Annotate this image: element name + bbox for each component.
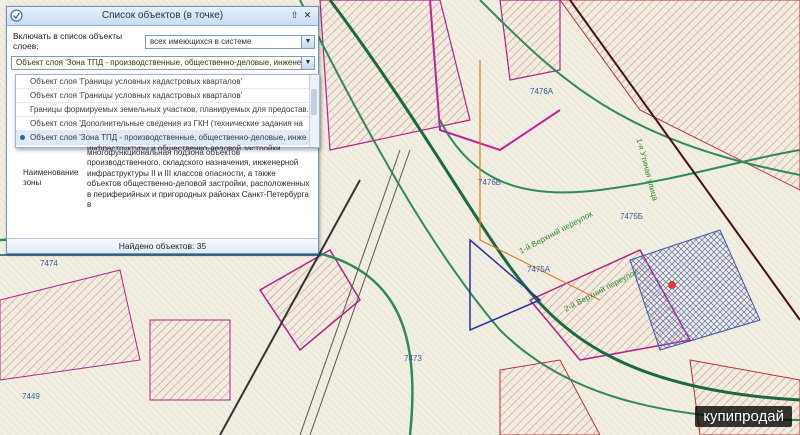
- dropdown-item-label: Границы формируемых земельных участков, …: [30, 105, 309, 114]
- chevron-down-icon[interactable]: ▼: [301, 57, 314, 69]
- object-dropdown-list[interactable]: Объект слоя 'Границы условных кадастровы…: [15, 74, 320, 148]
- dropdown-item[interactable]: Объект слоя 'Дополнительные сведения из …: [16, 117, 319, 131]
- parcel-label: 7474: [40, 259, 58, 268]
- selected-bullet-icon: [20, 135, 25, 140]
- layers-select-value: всех имеющихся в системе: [150, 37, 252, 46]
- parcel-label: 7473: [404, 354, 422, 363]
- chevron-down-icon[interactable]: ▼: [301, 36, 314, 48]
- dropdown-item-label: Объект слоя 'Границы условных кадастровы…: [30, 91, 243, 100]
- panel-titlebar[interactable]: Список объектов (в точке) ⇧ ✕: [7, 7, 318, 26]
- dropdown-scrollbar[interactable]: [309, 75, 319, 147]
- dropdown-item[interactable]: Границы формируемых земельных участков, …: [16, 103, 319, 117]
- include-layers-label: Включать в список объекты слоев:: [13, 31, 123, 51]
- dropdown-item-label: Объект слоя 'Дополнительные сведения из …: [30, 119, 303, 128]
- parcel-label: 7476А: [530, 87, 554, 96]
- close-icon[interactable]: ✕: [302, 10, 313, 21]
- object-select-value: Объект слоя 'Зона ТПД - производственные…: [16, 58, 306, 67]
- object-list-panel: Список объектов (в точке) ⇧ ✕ Включать в…: [6, 6, 320, 254]
- parcel-label: 7476Б: [478, 178, 502, 187]
- watermark-logo: купипродай: [695, 406, 792, 427]
- zone-name-label: Наименование зоны: [23, 168, 79, 188]
- parcel-label: 7449: [22, 392, 40, 401]
- dropdown-item-label: Объект слоя 'Границы условных кадастровы…: [30, 77, 243, 86]
- collapse-icon[interactable]: ⇧: [289, 10, 300, 21]
- layers-select[interactable]: всех имеющихся в системе ▼: [145, 35, 315, 49]
- dropdown-item[interactable]: Объект слоя 'Границы условных кадастровы…: [16, 75, 319, 89]
- zone-name-value: многофункциональная подзона объектов про…: [87, 148, 310, 210]
- dropdown-item-selected[interactable]: Объект слоя 'Зона ТПД - производственные…: [16, 131, 319, 145]
- scrollbar-thumb[interactable]: [311, 89, 317, 115]
- objects-found-footer: Найдено объектов: 35: [7, 238, 318, 253]
- dropdown-item-label: Объект слоя 'Зона ТПД - производственные…: [30, 133, 307, 142]
- parcel-label: 7475Б: [620, 212, 644, 221]
- object-select[interactable]: Объект слоя 'Зона ТПД - производственные…: [11, 56, 315, 70]
- parcel-label: 7475А: [527, 265, 551, 274]
- map-marker[interactable]: [668, 281, 676, 289]
- parcel-red-9[interactable]: [149, 319, 231, 401]
- panel-title: Список объектов (в точке): [101, 10, 224, 21]
- dropdown-item[interactable]: Объект слоя 'Границы условных кадастровы…: [16, 89, 319, 103]
